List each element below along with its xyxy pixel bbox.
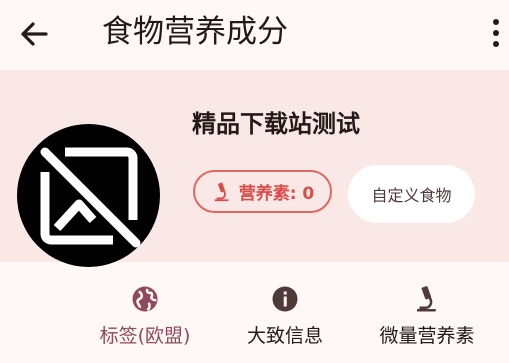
back-button[interactable] bbox=[14, 14, 54, 54]
tab-overview[interactable]: 大致信息 bbox=[215, 284, 355, 349]
globe-icon bbox=[132, 286, 158, 312]
hide-image-icon bbox=[40, 147, 141, 248]
food-image bbox=[17, 124, 160, 267]
arrow-back-icon bbox=[21, 22, 48, 46]
food-header: 精品下载站测试 营养素: 0 自定义食物 bbox=[0, 70, 509, 267]
tab-micronutrients[interactable]: 微量营养素 bbox=[357, 284, 497, 349]
microscope-icon bbox=[417, 286, 436, 312]
more-options-button[interactable] bbox=[486, 15, 506, 51]
tab-label-eu-text: 标签(欧盟) bbox=[99, 325, 191, 347]
info-icon bbox=[272, 286, 298, 312]
tab-bar: 标签(欧盟) 大致信息 微量营养素 bbox=[0, 262, 509, 363]
microscope-icon bbox=[214, 182, 229, 201]
tab-label-eu[interactable]: 标签(欧盟) bbox=[75, 284, 215, 349]
page-title: 食物营养成分 bbox=[102, 14, 288, 50]
nutrients-chip[interactable]: 营养素: 0 bbox=[193, 170, 332, 213]
food-name: 精品下载站测试 bbox=[192, 110, 360, 138]
more-vert-icon bbox=[493, 19, 499, 47]
tab-micronutrients-text: 微量营养素 bbox=[379, 325, 475, 347]
nutrients-count: 营养素: 0 bbox=[238, 184, 315, 204]
custom-food-button[interactable]: 自定义食物 bbox=[348, 165, 475, 223]
top-app-bar: 食物营养成分 bbox=[0, 0, 509, 66]
tab-overview-text: 大致信息 bbox=[246, 325, 323, 347]
